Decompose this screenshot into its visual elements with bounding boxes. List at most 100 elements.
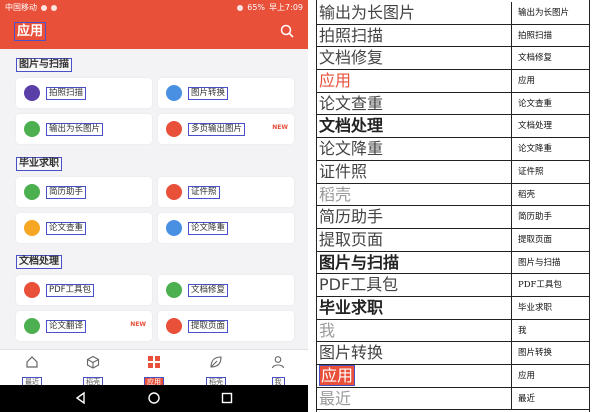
tool-label: 图片转换	[188, 87, 229, 100]
tool-icon	[166, 282, 182, 298]
new-badge: NEW	[130, 321, 146, 328]
glossary-value: 文档处理	[518, 121, 553, 132]
status-bar: 中国移动 65% 早上7:09	[0, 0, 308, 15]
glossary-term: 提取页面	[316, 228, 512, 251]
glossary-term: 简历助手	[316, 206, 512, 228]
tool-card[interactable]: 多页输出图片 NEW	[158, 114, 294, 144]
tool-card[interactable]: 论文降重	[158, 213, 294, 243]
tool-card[interactable]: 论文翻译 NEW	[16, 311, 152, 341]
search-icon[interactable]	[280, 24, 294, 38]
tool-card[interactable]: 提取页面	[158, 311, 294, 341]
glossary-table: 输出为长图片 输出为长图片 拍照扫描 拍照扫描 文档修复 文档修复 应用 应用 论文查重 论文查重…	[316, 2, 590, 411]
tool-icon	[24, 184, 40, 200]
message-icon	[51, 4, 57, 11]
tool-label: 拍照扫描	[46, 87, 87, 100]
recents-icon[interactable]	[220, 391, 234, 405]
glossary-term-text: 应用	[319, 71, 352, 91]
tool-icon	[166, 121, 182, 137]
tool-card[interactable]: PDF工具包	[16, 275, 152, 305]
glossary-value: 图片与扫描	[518, 257, 561, 268]
glossary-term: 文档处理	[316, 115, 512, 138]
tool-card[interactable]: 输出为长图片	[16, 114, 152, 144]
glossary-row: 图片转换 图片转换	[316, 342, 590, 365]
tool-card[interactable]: 论文查重	[16, 213, 152, 243]
glossary-row: 毕业求职 毕业求职	[316, 296, 590, 320]
glossary-row: 简历助手 简历助手	[316, 206, 590, 229]
tool-icon	[166, 318, 182, 334]
section-title: 图片与扫描	[16, 58, 72, 72]
tab-item[interactable]: 我	[248, 353, 308, 388]
tool-card[interactable]: 文档修复	[158, 275, 294, 305]
tool-card[interactable]: 证件照	[158, 177, 294, 207]
glossary-row: 拍照扫描 拍照扫描	[316, 24, 590, 48]
glossary-term: 论文降重	[316, 138, 512, 160]
tab-item[interactable]: 稻壳	[63, 353, 123, 388]
tab-item[interactable]: 最近	[2, 353, 62, 388]
glossary-row: 提取页面 提取页面	[316, 228, 590, 252]
glossary-row: 最近 最近	[316, 387, 590, 411]
glossary-value: 应用	[518, 371, 536, 381]
section-title: 文档处理	[16, 255, 62, 269]
glossary-term: 图片转换	[316, 342, 512, 364]
tool-label: 简历助手	[46, 186, 87, 199]
tool-card[interactable]: 简历助手	[16, 177, 152, 207]
cube-icon	[86, 355, 100, 369]
tool-label: 论文查重	[46, 222, 87, 235]
tool-icon	[24, 318, 40, 334]
glossary-term-text: 输出为长图片	[319, 3, 416, 22]
glossary-row: 我我	[316, 319, 590, 343]
glossary-value: 我	[518, 325, 527, 336]
glossary-row: 应用 应用	[316, 70, 590, 93]
clock-label: 早上7:09	[269, 3, 303, 12]
glossary-term: 应用	[316, 70, 512, 92]
section-title: 毕业求职	[16, 157, 62, 171]
carrier-label: 中国移动	[5, 3, 37, 12]
glossary-term-text: 图片与扫描	[319, 252, 400, 272]
glossary-value: 简历助手	[518, 212, 553, 223]
glossary-term-text: 最近	[319, 388, 352, 408]
bottom-tab-bar: 最近 稻壳 应用 稻壳我	[0, 349, 308, 388]
page-title: 应用	[14, 22, 47, 41]
tool-card[interactable]: 拍照扫描	[16, 78, 152, 108]
glossary-term-text: 拍照扫描	[319, 25, 384, 45]
glossary-value: 最近	[518, 393, 536, 404]
glossary-term-text: PDF工具包	[319, 275, 399, 295]
tool-label: 文档修复	[188, 284, 229, 297]
person-icon	[271, 356, 285, 369]
back-icon[interactable]	[74, 391, 88, 405]
tool-icon	[24, 282, 40, 298]
tool-card[interactable]: 图片转换	[158, 78, 294, 108]
glossary-value: 论文查重	[518, 98, 553, 109]
glossary-term-text: 我	[319, 320, 336, 340]
tool-icon	[166, 184, 182, 200]
tab-item[interactable]: 稻壳	[186, 353, 246, 388]
phone-screen: 中国移动 65% 早上7:09 应用 图片与扫描拍照扫描 图片转换输出为长图片 多页…	[0, 0, 308, 412]
glossary-row: 论文降重 论文降重	[316, 138, 590, 161]
tool-label: 证件照	[188, 186, 220, 199]
glossary-value: 输出为长图片	[518, 8, 570, 18]
glossary-term-text: 图片转换	[319, 343, 384, 363]
glossary-term: 最近	[316, 387, 512, 410]
tool-icon	[166, 220, 182, 236]
glossary-term: 文档修复	[316, 47, 512, 70]
glossary-term-text: 论文降重	[319, 139, 384, 159]
glossary-row: PDF工具包 PDF工具包	[316, 274, 590, 297]
glossary-term-text: 文档修复	[319, 48, 384, 68]
tool-label: 多页输出图片	[188, 123, 246, 136]
glossary-term: 应用	[316, 365, 512, 387]
glossary-row: 论文查重 论文查重	[316, 92, 590, 116]
glossary-term-text: 论文查重	[319, 93, 384, 113]
tool-label: 输出为长图片	[46, 123, 104, 136]
glossary-value: 图片转换	[518, 348, 553, 359]
apps-grid-icon	[148, 356, 160, 368]
glossary-row: 文档处理 文档处理	[316, 115, 590, 139]
tab-item[interactable]: 应用	[124, 353, 184, 388]
glossary-value: 证件照	[518, 166, 544, 177]
glossary-value: 拍照扫描	[518, 30, 553, 41]
glossary-term-text: 证件照	[319, 161, 368, 181]
glossary-term: 输出为长图片	[316, 2, 512, 24]
glossary-term: 拍照扫描	[316, 24, 512, 47]
glossary-value: 论文降重	[518, 144, 553, 155]
notification-icon	[41, 4, 47, 11]
home-button-icon[interactable]	[147, 391, 161, 405]
